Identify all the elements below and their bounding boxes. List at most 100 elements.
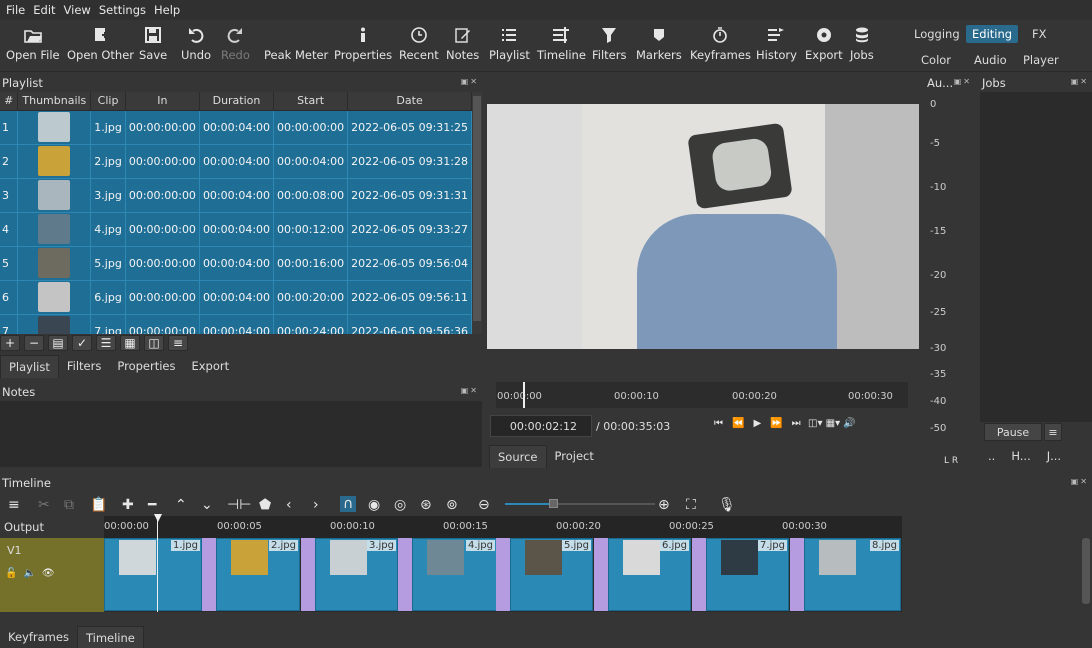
peak-meter-button[interactable]: Peak Meter [264,22,328,70]
add-marker-icon[interactable]: ⬟ [259,498,271,512]
column-header[interactable]: Start [273,92,349,111]
layout-audio[interactable]: Audio [974,53,1007,67]
playlist-row[interactable]: 1 1.jpg 00:00:00:00 00:00:04:00 00:00:00:00 2… [0,110,472,145]
tab-audio-short[interactable]: .. [980,445,1004,467]
append-icon[interactable]: ✚ [122,498,134,512]
timeline-clip[interactable]: 2.jpg [216,538,300,611]
zoom-grid-volume-icons[interactable]: ◫▾ ▦▾ 🔊 [808,418,856,429]
ripple-icon[interactable]: ◎ [394,498,406,512]
ripple-markers-icon[interactable]: ⊚ [446,498,458,512]
transition[interactable] [301,538,316,611]
playlist-row[interactable]: 6 6.jpg 00:00:00:00 00:00:04:00 00:00:20:00 2… [0,280,472,315]
zoom-out-icon[interactable]: ⊖ [478,498,490,512]
tab-history-short[interactable]: H... [1003,445,1039,467]
pause-button[interactable]: Pause [984,423,1042,441]
playlist-row[interactable]: 2 2.jpg 00:00:00:00 00:00:04:00 00:00:04:00 2… [0,144,472,179]
tab-source[interactable]: Source [489,445,547,468]
record-audio-icon[interactable]: 🎙 [718,498,736,512]
check-icon[interactable]: ✓ [72,335,92,351]
playhead-handle-icon[interactable] [154,514,162,522]
snap-icon[interactable]: ∩ [340,496,357,512]
history-button[interactable]: History [756,22,797,70]
timeline-clip[interactable]: 3.jpg [315,538,398,611]
layout-fx[interactable]: FX [1032,27,1047,41]
dock-float-close-icon[interactable]: ▣✕ [461,77,479,86]
zoom-in-icon[interactable]: ⊕ [658,498,670,512]
properties-button[interactable]: Properties [334,22,392,70]
transition[interactable] [496,538,511,611]
paste-icon[interactable]: 📋 [90,498,107,512]
playlist-button[interactable]: Playlist [489,22,530,70]
icons-view-icon[interactable]: ◫ [144,335,164,351]
player-playhead[interactable] [523,382,525,408]
tab-project[interactable]: Project [546,445,602,468]
column-header[interactable]: # [0,92,19,111]
menu-edit[interactable]: Edit [29,3,59,17]
playlist-scroll-thumb[interactable] [473,96,481,321]
open-other-button[interactable]: Open Other [67,22,134,70]
dock-float-close-icon[interactable]: ▣✕ [1071,77,1089,86]
filters-button[interactable]: Filters [592,22,626,70]
keyframes-button[interactable]: Keyframes [690,22,751,70]
column-header[interactable]: Date [347,92,472,111]
dock-float-close-icon[interactable]: ▣✕ [1071,477,1089,486]
timeline-menu-icon[interactable]: ≡ [8,498,20,512]
transition[interactable] [594,538,609,611]
scrub-icon[interactable]: ◉ [368,498,380,512]
undo-button[interactable]: Undo [181,22,211,70]
jobs-menu-icon[interactable]: ≡ [1044,423,1062,441]
transport-controls[interactable]: ⏮⏪▶⏩⏭ [714,418,810,429]
timeline-playhead[interactable] [157,516,158,612]
dock-float-close-icon[interactable]: ▣✕ [954,77,972,86]
lift-icon[interactable]: ⌃ [175,498,187,512]
timeline-clip[interactable]: 7.jpg [706,538,789,611]
tab-properties[interactable]: Properties [109,355,184,378]
export-button[interactable]: Export [805,22,843,70]
save-button[interactable]: Save [139,22,167,70]
tab-keyframes[interactable]: Keyframes [0,626,77,648]
timeline-vscrollbar[interactable] [1082,538,1090,604]
timeline-clip[interactable]: 6.jpg [608,538,691,611]
layout-editing[interactable]: Editing [966,25,1019,43]
timeline-clip[interactable]: 1.jpg [104,538,202,611]
cut-icon[interactable]: ✂ [38,498,50,512]
timeline-button[interactable]: Timeline [537,22,586,70]
tab-timeline[interactable]: Timeline [76,626,144,648]
playlist-row[interactable]: 5 5.jpg 00:00:00:00 00:00:04:00 00:00:16:00 2… [0,246,472,281]
previous-marker-icon[interactable]: ‹ [286,498,292,512]
jobs-button[interactable]: Jobs [850,22,874,70]
menu-settings[interactable]: Settings [95,3,150,17]
layout-player[interactable]: Player [1023,53,1059,67]
redo-button[interactable]: Redo [221,22,250,70]
layout-logging[interactable]: Logging [914,27,960,41]
open-file-button[interactable]: Open File [6,22,60,70]
timeline-clip[interactable]: 5.jpg [510,538,593,611]
timeline-clip[interactable]: 8.jpg [804,538,901,611]
tab-playlist[interactable]: Playlist [0,355,59,378]
transition[interactable] [790,538,805,611]
next-marker-icon[interactable]: › [313,498,319,512]
player-scrubber[interactable] [496,382,908,408]
track-lock-mute-hide-icons[interactable]: 🔓🔈👁 [5,568,61,579]
column-header[interactable]: Thumbnails [17,92,92,111]
transition[interactable] [202,538,217,611]
timeline-clip[interactable]: 4.jpg [412,538,497,611]
copy-icon[interactable]: ⧉ [64,498,74,512]
tab-jobs-short[interactable]: J... [1038,445,1070,467]
zoom-fit-icon[interactable]: ⛶ [686,498,696,512]
tab-filters[interactable]: Filters [58,355,110,378]
overwrite-icon[interactable]: ⌄ [201,498,213,512]
playlist-row[interactable]: 3 3.jpg 00:00:00:00 00:00:04:00 00:00:08:00 2… [0,178,472,213]
ripple-delete-icon[interactable]: ━ [148,498,156,512]
menu-help[interactable]: Help [150,3,184,17]
details-view-icon[interactable]: ☰ [96,335,116,351]
column-header[interactable]: In [125,92,200,111]
transition[interactable] [398,538,413,611]
column-header[interactable]: Clip [90,92,126,111]
notes-button[interactable]: Notes [446,22,479,70]
update-icon[interactable]: ▤ [48,335,68,351]
playlist-menu-icon[interactable]: ≡ [168,335,188,351]
markers-button[interactable]: Markers [636,22,682,70]
split-icon[interactable]: ⊣⊢ [227,498,251,512]
recent-button[interactable]: Recent [399,22,439,70]
